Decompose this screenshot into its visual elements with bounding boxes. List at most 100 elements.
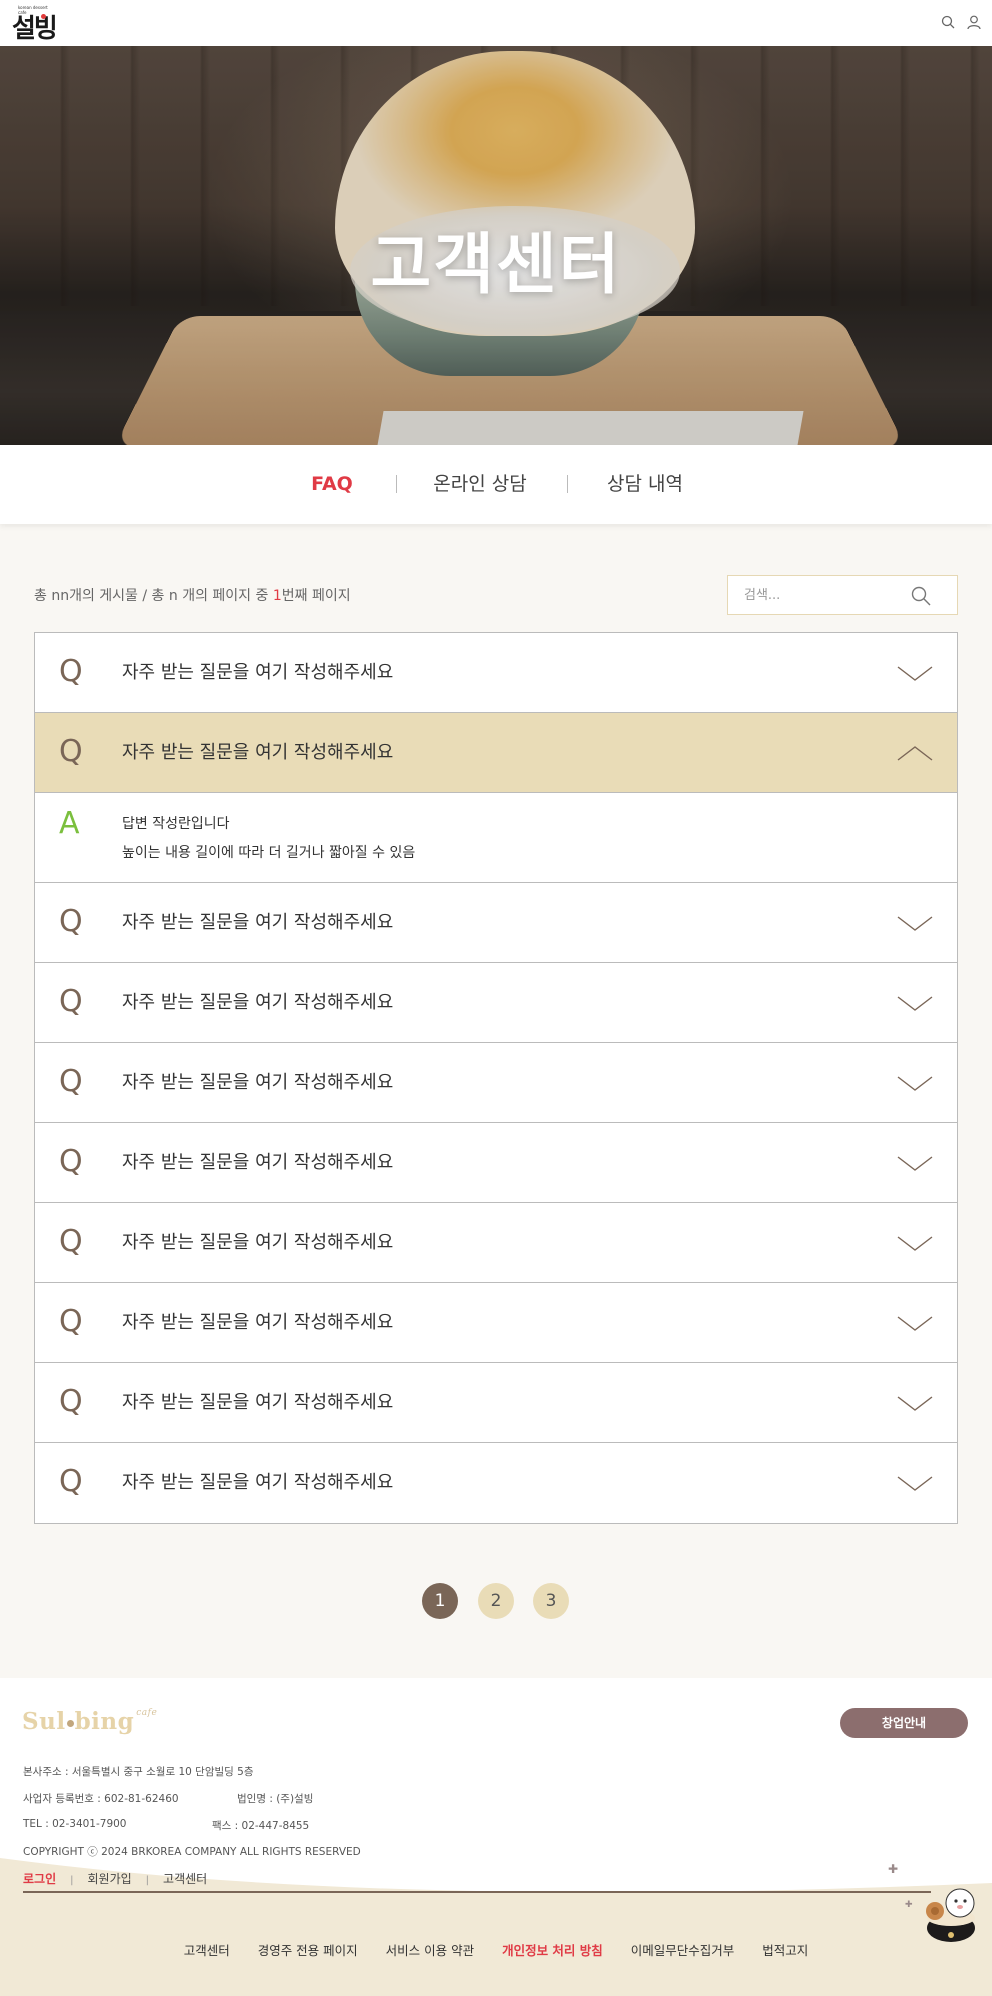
chevron-down-icon[interactable] [897, 661, 933, 685]
chevron-down-icon[interactable] [897, 1391, 933, 1415]
search-input[interactable] [744, 585, 904, 605]
sparkle-icon: ✚ [888, 1862, 899, 1876]
post-count-suffix: 번째 페이지 [281, 588, 351, 604]
question-mark-letter: Q [59, 1464, 83, 1499]
footer-logo-right: bing [74, 1708, 135, 1735]
question-mark-letter: Q [59, 984, 83, 1019]
footer-corp-name: 법인명 : (주)설빙 [237, 1793, 314, 1805]
page-button-3[interactable]: 3 [533, 1583, 569, 1619]
faq-question: 자주 받는 질문을 여기 작성해주세요 [122, 1232, 394, 1253]
pagination: 1 2 3 [422, 1583, 572, 1619]
page-button-2[interactable]: 2 [478, 1583, 514, 1619]
tab-faq[interactable]: FAQ [292, 469, 372, 499]
faq-question-row-open[interactable]: Q 자주 받는 질문을 여기 작성해주세요 [35, 713, 957, 793]
question-mark-letter: Q [59, 1384, 83, 1419]
answer-text-line: 답변 작성란입니다 [122, 816, 230, 832]
footer-divider [23, 1891, 931, 1893]
search-icon[interactable] [940, 14, 956, 30]
chevron-down-icon[interactable] [897, 991, 933, 1015]
faq-question: 자주 받는 질문을 여기 작성해주세요 [122, 1312, 394, 1333]
footer-signup-link[interactable]: 회원가입 [88, 1870, 132, 1887]
footer-separator: | [70, 1875, 74, 1886]
sparkle-icon: ✚ [905, 1900, 913, 1910]
startup-info-button[interactable]: 창업안내 [840, 1708, 968, 1738]
footer-link-support[interactable]: 고객센터 [184, 1940, 230, 1959]
faq-question: 자주 받는 질문을 여기 작성해주세요 [122, 1152, 394, 1173]
footer-account-links: 로그인 | 회원가입 | 고객센터 [23, 1870, 207, 1887]
faq-question: 자주 받는 질문을 여기 작성해주세요 [122, 1392, 394, 1413]
faq-question-row[interactable]: Q 자주 받는 질문을 여기 작성해주세요 [35, 883, 957, 963]
current-page-number: 1 [272, 588, 282, 604]
faq-question-row[interactable]: Q 자주 받는 질문을 여기 작성해주세요 [35, 1283, 957, 1363]
chevron-down-icon[interactable] [897, 1231, 933, 1255]
logo-text: 설빙 [12, 14, 58, 44]
footer-policy-links: 고객센터 경영주 전용 페이지 서비스 이용 약관 개인정보 처리 방침 이메일… [0, 1940, 992, 1959]
faq-question-row[interactable]: Q 자주 받는 질문을 여기 작성해주세요 [35, 1203, 957, 1283]
footer-logo-small: cafe [136, 1708, 158, 1718]
tab-online-consult[interactable]: 온라인 상담 [420, 469, 540, 499]
answer-mark-letter: A [59, 806, 80, 841]
footer-login-link[interactable]: 로그인 [23, 1870, 56, 1887]
question-mark-letter: Q [59, 654, 83, 689]
question-mark-letter: Q [59, 1304, 83, 1339]
chevron-down-icon[interactable] [897, 911, 933, 935]
faq-question-row[interactable]: Q 자주 받는 질문을 여기 작성해주세요 [35, 1043, 957, 1123]
post-count-info: 총 nn개의 게시물 / 총 n 개의 페이지 중 1번째 페이지 [34, 585, 351, 605]
faq-question-row[interactable]: Q 자주 받는 질문을 여기 작성해주세요 [35, 1123, 957, 1203]
footer-separator: | [145, 1875, 150, 1886]
faq-list: Q 자주 받는 질문을 여기 작성해주세요 Q 자주 받는 질문을 여기 작성해… [34, 632, 958, 1524]
faq-question-row[interactable]: Q 자주 받는 질문을 여기 작성해주세요 [35, 633, 957, 713]
faq-question: 자주 받는 질문을 여기 작성해주세요 [122, 1072, 394, 1093]
footer-link-terms[interactable]: 서비스 이용 약관 [386, 1940, 474, 1959]
page-title: 고객센터 [370, 226, 622, 303]
footer-support-link[interactable]: 고객센터 [163, 1870, 207, 1887]
chevron-down-icon[interactable] [897, 1071, 933, 1095]
faq-question: 자주 받는 질문을 여기 작성해주세요 [122, 1472, 394, 1493]
footer-link-email-refusal[interactable]: 이메일무단수집거부 [631, 1940, 735, 1959]
tab-divider [567, 475, 568, 493]
footer-copyright: COPYRIGHT ⓒ 2024 BRKOREA COMPANY ALL RIG… [23, 1846, 361, 1858]
footer-tel: TEL : 02-3401-7900 [23, 1818, 127, 1830]
footer-business-number: 사업자 등록번호 : 602-81-62460 [23, 1793, 179, 1805]
footer-link-privacy[interactable]: 개인정보 처리 방침 [502, 1940, 603, 1959]
faq-question: 자주 받는 질문을 여기 작성해주세요 [122, 912, 394, 933]
chevron-up-icon[interactable] [897, 741, 933, 765]
footer-link-owner-page[interactable]: 경영주 전용 페이지 [258, 1940, 358, 1959]
chevron-down-icon[interactable] [897, 1471, 933, 1495]
footer-address: 본사주소 : 서울특별시 중구 소월로 10 단암빌딩 5층 [23, 1766, 254, 1778]
mascot-icon [926, 1888, 975, 1942]
post-count-prefix: 총 nn개의 게시물 / 총 n 개의 페이지 중 [34, 588, 273, 604]
question-mark-letter: Q [59, 1224, 83, 1259]
footer-link-legal[interactable]: 법적고지 [762, 1940, 808, 1959]
faq-question-row[interactable]: Q 자주 받는 질문을 여기 작성해주세요 [35, 963, 957, 1043]
faq-answer: A 답변 작성란입니다 높이는 내용 길이에 따라 더 길거나 짧아질 수 있음 [35, 793, 957, 883]
footer-logo[interactable]: Sul bing cafe [22, 1708, 157, 1735]
user-icon[interactable] [966, 14, 982, 30]
footer-logo-dot [66, 1719, 74, 1727]
faq-question-row[interactable]: Q 자주 받는 질문을 여기 작성해주세요 [35, 1363, 957, 1443]
faq-question: 자주 받는 질문을 여기 작성해주세요 [122, 992, 394, 1013]
footer-logo-left: Sul [22, 1708, 66, 1735]
tab-bar: FAQ 온라인 상담 상담 내역 [0, 445, 992, 524]
chevron-down-icon[interactable] [897, 1311, 933, 1335]
answer-text-line: 높이는 내용 길이에 따라 더 길거나 짧아질 수 있음 [122, 845, 416, 861]
question-mark-letter: Q [59, 1064, 83, 1099]
question-mark-letter: Q [59, 904, 83, 939]
faq-question: 자주 받는 질문을 여기 작성해주세요 [122, 742, 394, 763]
page-button-1[interactable]: 1 [422, 1583, 458, 1619]
question-mark-letter: Q [59, 1144, 83, 1179]
logo[interactable]: korean dessert cafe 설빙 [10, 5, 66, 43]
tab-divider [396, 475, 397, 493]
faq-question-row[interactable]: Q 자주 받는 질문을 여기 작성해주세요 [35, 1443, 957, 1523]
faq-question: 자주 받는 질문을 여기 작성해주세요 [122, 662, 394, 683]
footer-fax: 팩스 : 02-447-8455 [212, 1820, 310, 1832]
site-header: korean dessert cafe 설빙 [0, 0, 992, 46]
chevron-down-icon[interactable] [897, 1151, 933, 1175]
search-box [727, 575, 958, 615]
site-footer: Sul bing cafe 창업안내 본사주소 : 서울특별시 중구 소월로 10 … [0, 1678, 992, 1996]
logo-dot [41, 14, 46, 19]
tab-consult-history[interactable]: 상담 내역 [590, 469, 700, 499]
question-mark-letter: Q [59, 734, 83, 769]
search-icon[interactable] [910, 585, 932, 607]
hero-banner: 고객센터 [0, 46, 992, 445]
